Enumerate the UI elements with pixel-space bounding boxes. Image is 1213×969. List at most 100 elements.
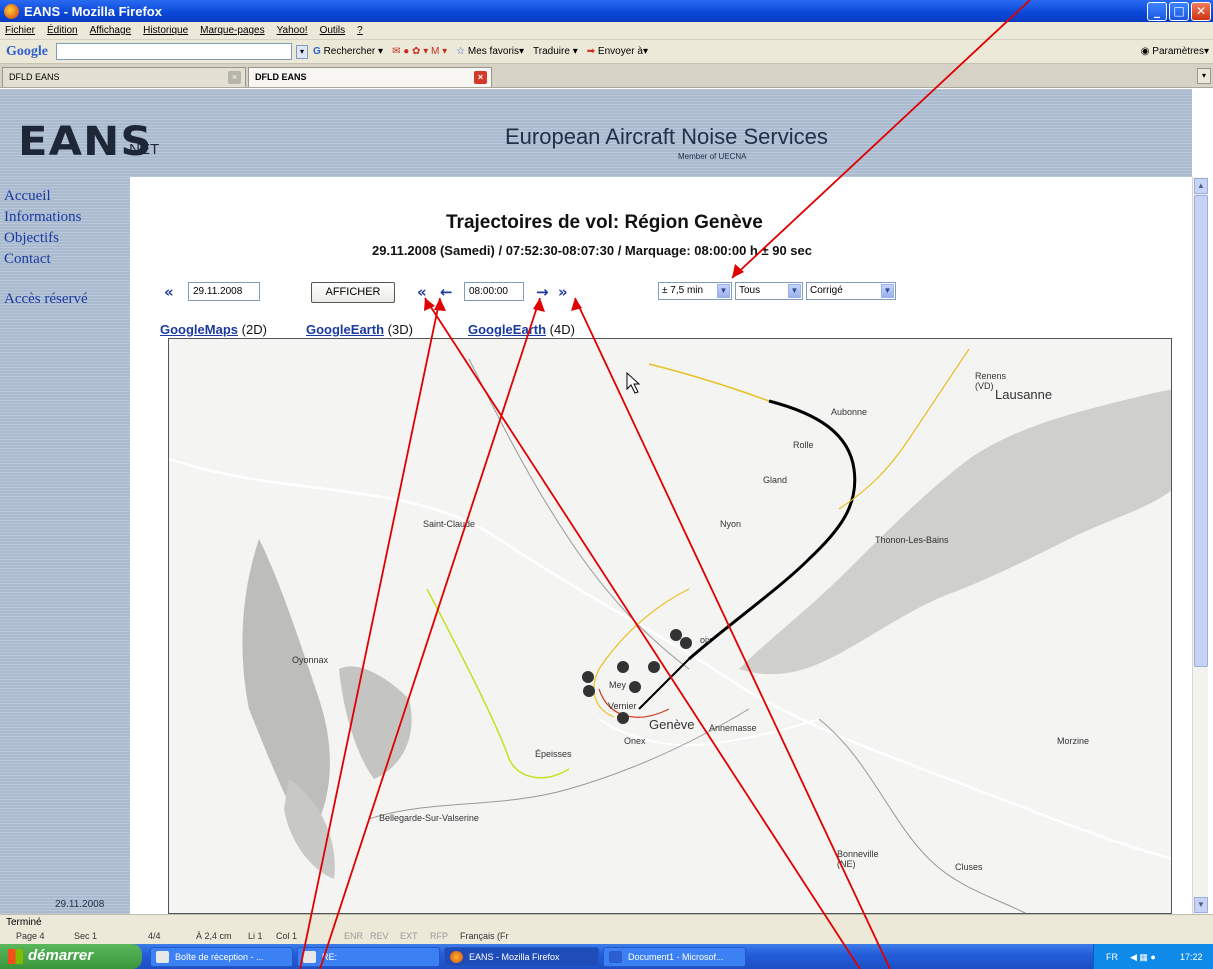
type-select[interactable]: Tous ▼	[735, 282, 803, 300]
word-page: Page 4	[16, 931, 45, 941]
nav-contact[interactable]: Contact	[4, 251, 51, 268]
firefox-icon	[450, 951, 463, 963]
chevron-down-icon[interactable]: ▼	[717, 284, 730, 298]
station-marker[interactable]	[582, 671, 594, 683]
send-button[interactable]: ➡ Envoyer à▾	[587, 46, 648, 57]
window-titlebar[interactable]: EANS - Mozilla Firefox _ □ ✕	[0, 0, 1213, 22]
word-icon	[609, 951, 622, 963]
link-googleearth-4d[interactable]: GoogleEarth (4D)	[468, 322, 575, 337]
word-ext: EXT	[400, 931, 418, 941]
station-marker[interactable]	[583, 685, 595, 697]
flight-track-map[interactable]: Renens (VD) Lausanne Aubonne Rolle Gland …	[168, 338, 1172, 914]
station-marker[interactable]	[629, 681, 641, 693]
place-morzine: Morzine	[1057, 736, 1090, 746]
google-search-input[interactable]	[56, 43, 292, 60]
tab-dfld-eans-1[interactable]: DFLD EANS ×	[2, 67, 246, 87]
place-bellegarde: Bellegarde-Sur-Valserine	[379, 813, 479, 823]
scrollbar-thumb[interactable]	[1194, 195, 1208, 667]
minimize-button[interactable]: _	[1147, 1, 1167, 21]
menu-outils[interactable]: Outils	[320, 25, 346, 36]
link-suffix: (3D)	[387, 322, 413, 337]
link-googleearth-3d[interactable]: GoogleEarth (3D)	[306, 322, 413, 337]
station-marker[interactable]	[617, 712, 629, 724]
station-marker[interactable]	[648, 661, 660, 673]
language-indicator[interactable]: FR	[1106, 952, 1118, 962]
settings-button[interactable]: ◉ Paramètres▾	[1141, 46, 1209, 57]
time-fast-forward-button[interactable]: »	[558, 283, 568, 301]
page-scrollbar[interactable]: ▲ ▼	[1192, 177, 1208, 914]
tab-list-chevron-icon[interactable]: ▾	[1197, 68, 1211, 84]
map-canvas	[169, 348, 1171, 913]
tab-dfld-eans-2[interactable]: DFLD EANS ×	[248, 67, 492, 87]
tab-close-icon[interactable]: ×	[228, 71, 241, 84]
tray-icons[interactable]: ◀ ▦ ●	[1130, 952, 1156, 963]
tab-bar: DFLD EANS × DFLD EANS × ▾	[0, 64, 1213, 88]
chevron-down-icon[interactable]: ▼	[881, 284, 894, 298]
clock: 17:22	[1180, 952, 1203, 962]
word-line: Li 1	[248, 931, 263, 941]
site-title: European Aircraft Noise Services	[505, 124, 828, 149]
favorites-button[interactable]: ☆ Mes favoris▾	[456, 46, 524, 57]
date-prev-button[interactable]: «	[164, 283, 174, 301]
time-forward-button[interactable]: →	[536, 283, 549, 301]
menu-help[interactable]: ?	[357, 25, 363, 36]
menu-fichier[interactable]: Fichier	[5, 25, 35, 36]
google-logo[interactable]: Google	[6, 44, 48, 60]
menu-yahoo[interactable]: Yahoo!	[277, 25, 308, 36]
border-line-3	[818, 718, 1027, 913]
google-search-dropdown[interactable]: ▾	[296, 44, 308, 59]
station-marker[interactable]	[617, 661, 629, 673]
scroll-up-icon[interactable]: ▲	[1194, 178, 1208, 194]
menu-historique[interactable]: Historique	[143, 25, 188, 36]
link-label[interactable]: GoogleEarth	[306, 322, 384, 337]
word-pages: 4/4	[148, 931, 161, 941]
place-vernier: Vernier	[608, 701, 637, 711]
sidebar: Accueil Informations Objectifs Contact A…	[0, 177, 130, 914]
task-word-document[interactable]: Document1 - Microsof...	[603, 947, 746, 967]
range-select-value: ± 7,5 min	[662, 285, 704, 296]
afficher-button[interactable]: AFFICHER	[311, 282, 395, 303]
close-button[interactable]: ✕	[1191, 1, 1211, 21]
browser-statusbar: Terminé	[0, 914, 1213, 930]
windows-taskbar: démarrer Boîte de réception - ... RE: EA…	[0, 944, 1213, 969]
start-label: démarrer	[28, 947, 94, 964]
nav-objectifs[interactable]: Objectifs	[4, 230, 59, 247]
word-position: À 2,4 cm	[196, 931, 232, 941]
task-inbox[interactable]: Boîte de réception - ...	[150, 947, 293, 967]
start-button[interactable]: démarrer	[0, 944, 142, 969]
chevron-down-icon[interactable]: ▼	[788, 284, 801, 298]
station-marker[interactable]	[670, 629, 682, 641]
nav-informations[interactable]: Informations	[4, 209, 81, 226]
link-label[interactable]: GoogleMaps	[160, 322, 238, 337]
link-googlemaps-2d[interactable]: GoogleMaps (2D)	[160, 322, 267, 337]
translate-button[interactable]: Traduire ▾	[533, 46, 578, 57]
desktop-screen: EANS - Mozilla Firefox _ □ ✕ Fichier Édi…	[0, 0, 1213, 969]
word-column: Col 1	[276, 931, 298, 941]
tab-close-icon[interactable]: ×	[474, 71, 487, 84]
nav-acces-reserve[interactable]: Accès réservé	[4, 291, 88, 308]
menu-edition[interactable]: Édition	[47, 25, 78, 36]
maximize-button[interactable]: □	[1169, 1, 1189, 21]
range-select[interactable]: ± 7,5 min ▼	[658, 282, 732, 300]
scroll-down-icon[interactable]: ▼	[1194, 897, 1208, 913]
date-input[interactable]: 29.11.2008	[188, 282, 260, 301]
link-suffix: (4D)	[549, 322, 575, 337]
sidebar-date: 29.11.2008	[55, 899, 105, 910]
time-fast-back-button[interactable]: «	[417, 283, 427, 301]
link-label[interactable]: GoogleEarth	[468, 322, 546, 337]
menu-affichage[interactable]: Affichage	[90, 25, 132, 36]
tab-label: DFLD EANS	[255, 72, 307, 82]
task-firefox[interactable]: EANS - Mozilla Firefox	[444, 947, 599, 967]
time-input[interactable]: 08:00:00	[464, 282, 524, 301]
google-search-button[interactable]: G Rechercher ▾	[313, 46, 383, 57]
track-black-tail	[638, 658, 690, 710]
menu-marque-pages[interactable]: Marque-pages	[200, 25, 264, 36]
terrain-jura-1	[242, 539, 330, 839]
toolbar-icons[interactable]: ✉ ● ✿ ▾ M ▾	[392, 46, 447, 57]
task-re[interactable]: RE:	[297, 947, 440, 967]
place-bonneville: Bonneville (NE)	[837, 849, 879, 869]
nav-accueil[interactable]: Accueil	[4, 188, 51, 205]
time-back-button[interactable]: ←	[440, 283, 453, 301]
station-marker[interactable]	[680, 637, 692, 649]
mode-select[interactable]: Corrigé ▼	[806, 282, 896, 300]
